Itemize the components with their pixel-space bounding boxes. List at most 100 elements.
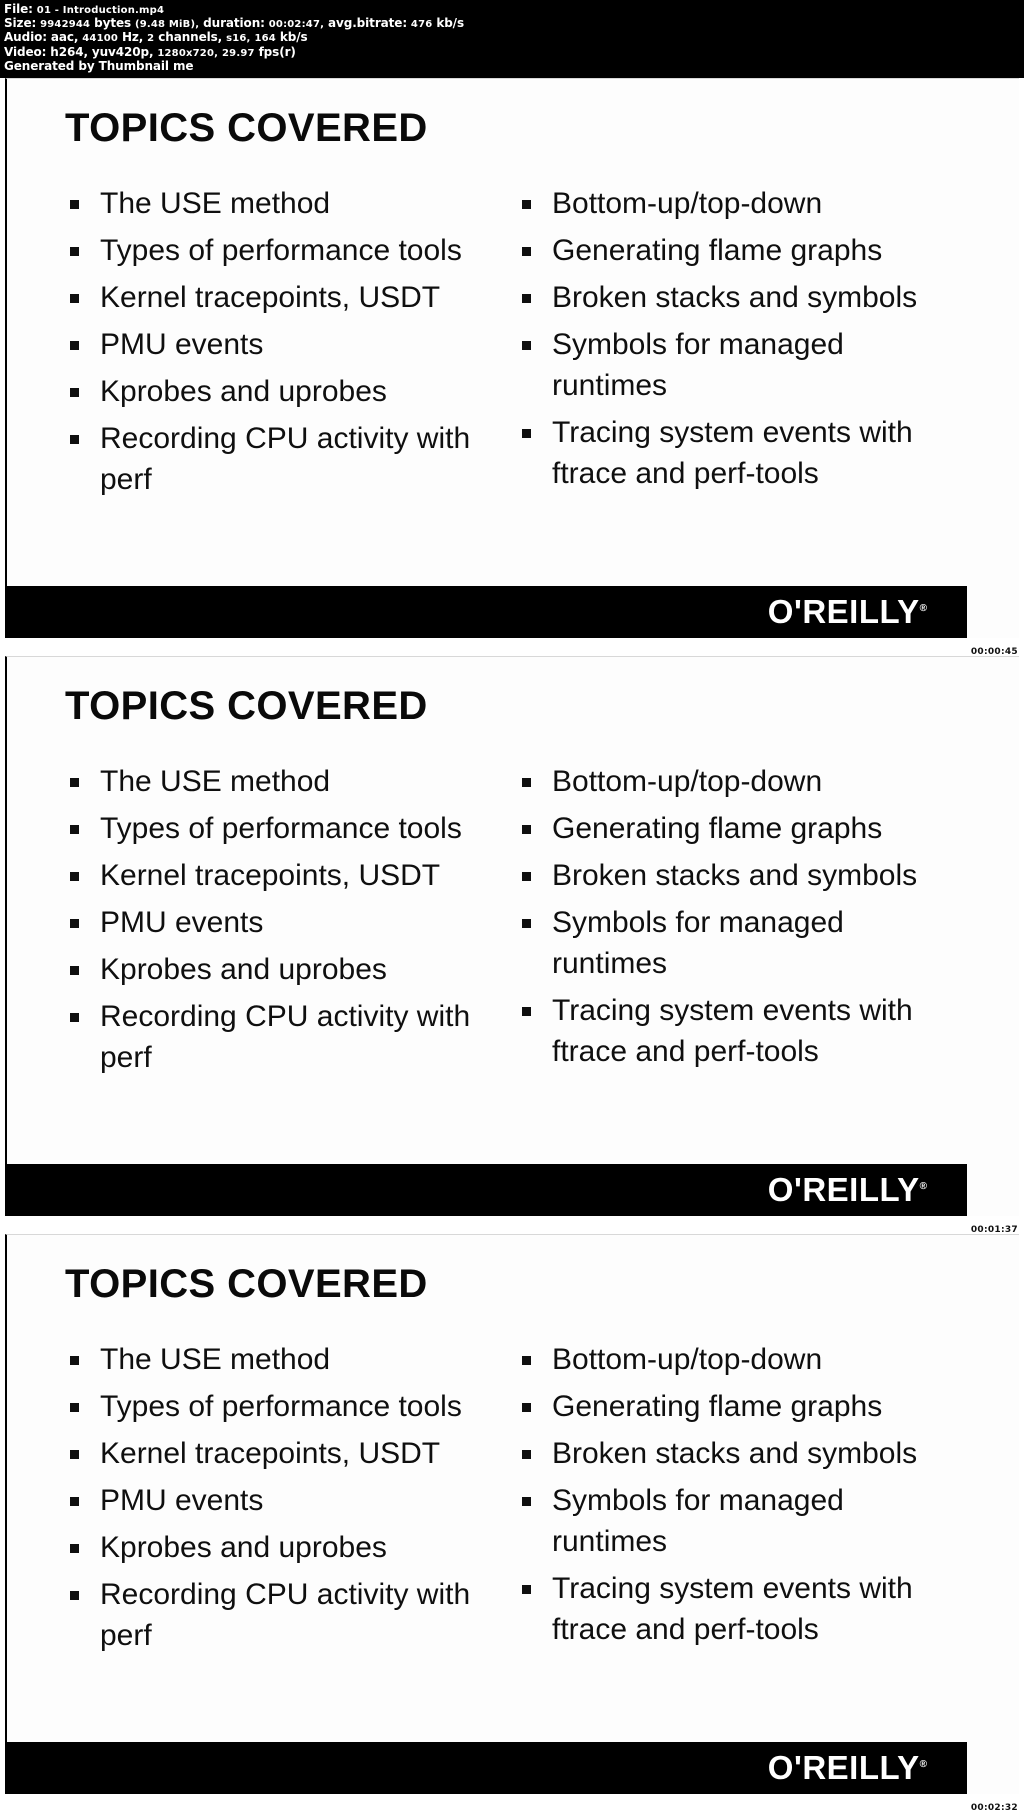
slide-content: TOPICS COVERED The USE method Types of p… bbox=[7, 79, 1019, 638]
bullet-square-icon bbox=[70, 919, 79, 928]
slide-title: TOPICS COVERED bbox=[65, 684, 428, 728]
list-item: Bottom-up/top-down bbox=[517, 183, 957, 224]
file-name: 01 - Introduction.mp4 bbox=[36, 5, 165, 16]
oreilly-brand-bar: O'REILLY® bbox=[7, 586, 967, 638]
bullet-text: Types of performance tools bbox=[100, 812, 462, 845]
slide-content: TOPICS COVERED The USE method Types of p… bbox=[7, 657, 1019, 1216]
bullet-text: The USE method bbox=[100, 187, 331, 220]
frame-image: TOPICS COVERED The USE method Types of p… bbox=[5, 78, 1019, 638]
metadata-line-file: File: 01 - Introduction.mp4 bbox=[4, 2, 1020, 17]
bullet-column-left: The USE method Types of performance tool… bbox=[65, 1339, 517, 1662]
video-frame[interactable]: TOPICS COVERED The USE method Types of p… bbox=[0, 656, 1024, 1235]
bullet-square-icon bbox=[522, 429, 531, 438]
bullet-text: Tracing system events with ftrace and pe… bbox=[552, 416, 913, 490]
list-item: Recording CPU activity with perf bbox=[65, 418, 513, 500]
audio-rate: 44100 bbox=[82, 33, 119, 45]
bullet-text: Bottom-up/top-down bbox=[552, 1343, 823, 1376]
duration-value: 00:02:47, bbox=[268, 19, 325, 31]
bullet-square-icon bbox=[522, 341, 531, 350]
list-item: The USE method bbox=[65, 1339, 513, 1380]
bullet-square-icon bbox=[522, 1007, 531, 1016]
video-frame[interactable]: TOPICS COVERED The USE method Types of p… bbox=[0, 1234, 1024, 1812]
audio-bitrate-unit: kb/s bbox=[279, 30, 308, 45]
list-item: Kprobes and uprobes bbox=[65, 371, 513, 412]
list-item: Symbols for managed runtimes bbox=[517, 902, 957, 984]
bullet-square-icon bbox=[70, 294, 79, 303]
bullet-text: Types of performance tools bbox=[100, 234, 462, 267]
bullet-text: Kernel tracepoints, USDT bbox=[100, 281, 441, 314]
bullet-list-right: Bottom-up/top-down Generating flame grap… bbox=[517, 183, 957, 494]
bitrate-unit: kb/s bbox=[436, 16, 465, 31]
list-item: Kernel tracepoints, USDT bbox=[65, 1433, 513, 1474]
bitrate-label: avg.bitrate: bbox=[328, 16, 408, 31]
audio-rate-unit: Hz, bbox=[121, 30, 144, 45]
video-fps-unit: fps(r) bbox=[258, 44, 296, 59]
bullet-square-icon bbox=[522, 200, 531, 209]
bullet-square-icon bbox=[70, 341, 79, 350]
slide-title: TOPICS COVERED bbox=[65, 1262, 428, 1306]
registered-trademark-icon: ® bbox=[919, 603, 927, 614]
list-item: Tracing system events with ftrace and pe… bbox=[517, 990, 957, 1072]
video-fps: 29.97 bbox=[222, 47, 255, 59]
bullet-text: PMU events bbox=[100, 906, 264, 939]
bullet-text: Tracing system events with ftrace and pe… bbox=[552, 1572, 913, 1646]
bullet-square-icon bbox=[70, 388, 79, 397]
bullet-text: Types of performance tools bbox=[100, 1390, 462, 1423]
thumbnail-contact-sheet: File: 01 - Introduction.mp4 Size: 994294… bbox=[0, 0, 1024, 1812]
bullet-list-right: Bottom-up/top-down Generating flame grap… bbox=[517, 761, 957, 1072]
list-item: Kernel tracepoints, USDT bbox=[65, 277, 513, 318]
bullet-text: PMU events bbox=[100, 1484, 264, 1517]
video-label: Video: bbox=[4, 44, 47, 59]
bullet-text: Kprobes and uprobes bbox=[100, 1531, 387, 1564]
bullet-column-right: Bottom-up/top-down Generating flame grap… bbox=[517, 761, 957, 1084]
audio-bitrate: 164 bbox=[254, 33, 276, 45]
bullet-text: Kprobes and uprobes bbox=[100, 953, 387, 986]
list-item: Generating flame graphs bbox=[517, 1386, 957, 1427]
oreilly-brand-bar: O'REILLY® bbox=[7, 1164, 967, 1216]
bullet-square-icon bbox=[522, 1450, 531, 1459]
metadata-line-size: Size: 9942944 bytes (9.48 MiB), duration… bbox=[4, 17, 1020, 31]
bullet-text: Symbols for managed runtimes bbox=[552, 1484, 844, 1558]
bullet-square-icon bbox=[70, 1403, 79, 1412]
video-frame[interactable]: TOPICS COVERED The USE method Types of p… bbox=[0, 78, 1024, 657]
bullet-text: Generating flame graphs bbox=[552, 1390, 883, 1423]
bullet-square-icon bbox=[522, 247, 531, 256]
bullet-square-icon bbox=[522, 1403, 531, 1412]
list-item: The USE method bbox=[65, 761, 513, 802]
bullet-square-icon bbox=[522, 872, 531, 881]
file-label: File: bbox=[4, 2, 33, 16]
oreilly-wordmark: O'REILLY bbox=[767, 1171, 920, 1208]
list-item: Tracing system events with ftrace and pe… bbox=[517, 412, 957, 494]
bullet-square-icon bbox=[70, 778, 79, 787]
list-item: Types of performance tools bbox=[65, 808, 513, 849]
video-pixel-format: yuv420p, bbox=[91, 44, 154, 59]
list-item: Tracing system events with ftrace and pe… bbox=[517, 1568, 957, 1650]
bullet-square-icon bbox=[70, 1356, 79, 1365]
list-item: Broken stacks and symbols bbox=[517, 855, 957, 896]
list-item: Generating flame graphs bbox=[517, 808, 957, 849]
bullet-square-icon bbox=[522, 778, 531, 787]
bullet-text: Tracing system events with ftrace and pe… bbox=[552, 994, 913, 1068]
bullet-column-right: Bottom-up/top-down Generating flame grap… bbox=[517, 1339, 957, 1662]
bullet-text: Broken stacks and symbols bbox=[552, 281, 918, 314]
list-item: Broken stacks and symbols bbox=[517, 277, 957, 318]
frame-grid: TOPICS COVERED The USE method Types of p… bbox=[0, 78, 1024, 1812]
bullet-text: Bottom-up/top-down bbox=[552, 765, 823, 798]
bullet-text: Kernel tracepoints, USDT bbox=[100, 859, 441, 892]
list-item: Kprobes and uprobes bbox=[65, 1527, 513, 1568]
bullet-text: Symbols for managed runtimes bbox=[552, 328, 844, 402]
bullet-list-right: Bottom-up/top-down Generating flame grap… bbox=[517, 1339, 957, 1650]
list-item: Recording CPU activity with perf bbox=[65, 1574, 513, 1656]
bullet-text: Broken stacks and symbols bbox=[552, 859, 918, 892]
list-item: PMU events bbox=[65, 902, 513, 943]
list-item: Kprobes and uprobes bbox=[65, 949, 513, 990]
list-item: Kernel tracepoints, USDT bbox=[65, 855, 513, 896]
audio-label: Audio: bbox=[4, 30, 47, 45]
list-item: Bottom-up/top-down bbox=[517, 761, 957, 802]
list-item: Symbols for managed runtimes bbox=[517, 324, 957, 406]
bullet-text: Broken stacks and symbols bbox=[552, 1437, 918, 1470]
bullet-text: Recording CPU activity with perf bbox=[100, 422, 471, 496]
bullet-square-icon bbox=[70, 1591, 79, 1600]
oreilly-logo: O'REILLY® bbox=[768, 1749, 927, 1787]
bullet-square-icon bbox=[70, 872, 79, 881]
